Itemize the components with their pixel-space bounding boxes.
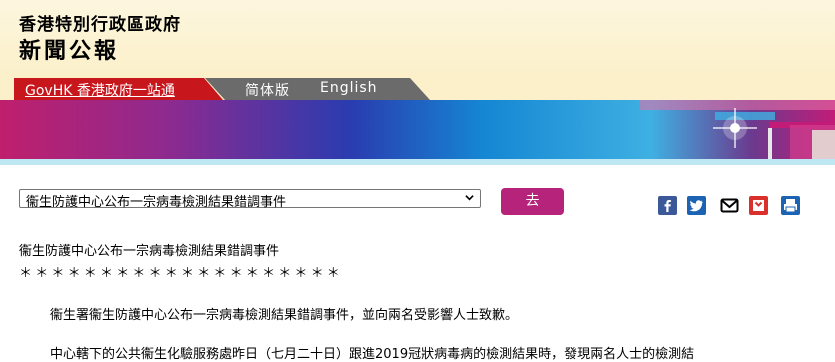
- email-icon[interactable]: [720, 196, 739, 215]
- bookmark-icon[interactable]: [749, 196, 768, 215]
- print-icon[interactable]: [781, 196, 800, 215]
- banner-bottom-strip: [0, 159, 835, 165]
- facebook-icon[interactable]: [658, 196, 677, 215]
- page-header: 香港特別行政區政府 新聞公報: [0, 0, 835, 78]
- language-switcher: 简体版 English: [205, 78, 430, 100]
- press-releases-title: 新聞公報: [19, 39, 120, 64]
- top-nav-bar: GovHK 香港政府一站通 简体版 English: [0, 78, 835, 100]
- article-paragraph-1: 衞生署衞生防護中心公布一宗病毒檢測結果錯調事件，並向兩名受影響人士致歉。: [50, 308, 519, 323]
- selected-option: 衞生防護中心公布一宗病毒檢測結果錯調事件: [26, 195, 287, 210]
- govhk-link-label[interactable]: GovHK 香港政府一站通: [25, 80, 175, 100]
- article-title: 衞生防護中心公布一宗病毒檢測結果錯調事件: [19, 244, 280, 259]
- government-name: 香港特別行政區政府: [19, 15, 181, 35]
- title-separator: ＊＊＊＊＊＊＊＊＊＊＊＊＊＊＊＊＊＊＊＊: [19, 266, 344, 281]
- article-paragraph-2: 中心轄下的公共衞生化驗服務處昨日（七月二十日）跟進2019冠狀病毒病的檢測結果時…: [50, 347, 695, 362]
- header-banner: [0, 100, 835, 165]
- twitter-icon[interactable]: [687, 196, 706, 215]
- press-release-select[interactable]: 衞生防護中心公布一宗病毒檢測結果錯調事件: [19, 189, 481, 210]
- govhk-link[interactable]: GovHK 香港政府一站通: [14, 78, 223, 100]
- chevron-down-icon: [465, 195, 474, 201]
- go-button[interactable]: 去: [501, 188, 564, 215]
- banner-decoration: [640, 100, 835, 164]
- english-link[interactable]: English: [320, 80, 378, 96]
- simplified-chinese-link[interactable]: 简体版: [245, 80, 290, 100]
